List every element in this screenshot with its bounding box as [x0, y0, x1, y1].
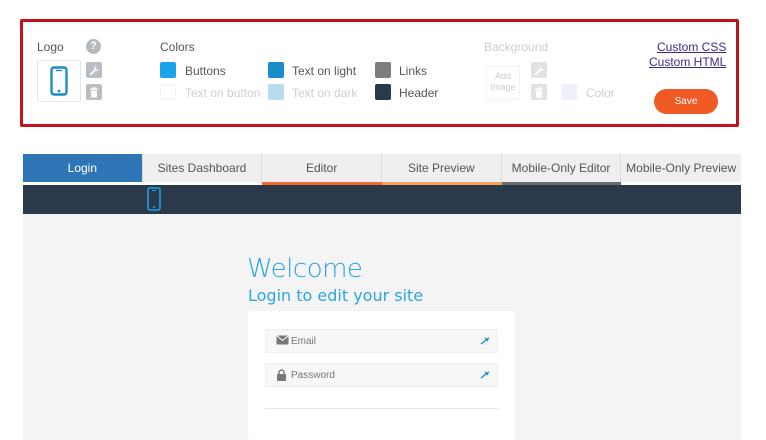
- welcome-subtitle: Login to edit your site: [248, 286, 424, 305]
- edit-logo-button[interactable]: [86, 62, 102, 78]
- tab-editor[interactable]: Editor: [262, 154, 383, 182]
- text-on-button-color-label: Text on button: [185, 86, 261, 100]
- header-color-swatch[interactable]: [375, 84, 391, 100]
- background-color-label: Color: [586, 86, 615, 100]
- background-color-swatch[interactable]: [561, 84, 577, 100]
- logo-preview[interactable]: [37, 60, 81, 102]
- delete-background-button[interactable]: [531, 84, 547, 100]
- site-header-bar: [23, 185, 741, 214]
- background-label: Background: [484, 40, 549, 54]
- logo-label: Logo: [37, 40, 64, 54]
- welcome-title: Welcome: [247, 254, 363, 284]
- help-icon[interactable]: ?: [86, 39, 101, 54]
- header-color-label: Header: [399, 86, 439, 100]
- login-page: Welcome Login to edit your site Email Pa…: [23, 214, 741, 440]
- save-button[interactable]: Save: [654, 89, 718, 114]
- custom-css-link[interactable]: Custom CSS: [657, 40, 726, 54]
- buttons-color-label: Buttons: [185, 64, 226, 78]
- envelope-icon: [276, 335, 289, 345]
- tab-mobile-only-preview[interactable]: Mobile-Only Preview: [621, 154, 742, 182]
- text-on-dark-color-swatch[interactable]: [268, 84, 284, 100]
- links-color-swatch[interactable]: [375, 62, 391, 78]
- password-placeholder: Password: [291, 370, 335, 381]
- trash-icon: [535, 86, 543, 97]
- buttons-color-swatch[interactable]: [160, 62, 176, 78]
- wrench-icon[interactable]: [479, 335, 491, 347]
- text-on-light-color-label: Text on light: [292, 64, 357, 78]
- tab-login[interactable]: Login: [23, 154, 143, 182]
- form-divider: [265, 408, 498, 409]
- tab-mobile-only-editor[interactable]: Mobile-Only Editor: [501, 154, 622, 182]
- mobile-phone-icon: [147, 187, 161, 211]
- links-color-label: Links: [399, 64, 428, 78]
- wrench-icon: [534, 65, 544, 75]
- wrench-icon: [89, 65, 99, 75]
- email-placeholder: Email: [291, 336, 317, 347]
- tab-sites-dashboard[interactable]: Sites Dashboard: [142, 154, 263, 182]
- theme-settings-panel: Logo ? Colors Buttons Text on button Tex…: [20, 19, 739, 127]
- edit-background-button[interactable]: [531, 62, 547, 78]
- email-field[interactable]: Email: [265, 329, 498, 353]
- login-form: Email Password: [248, 311, 515, 440]
- text-on-button-color-swatch[interactable]: [160, 84, 176, 100]
- tab-site-preview[interactable]: Site Preview: [382, 154, 502, 182]
- view-tabs: Login Sites Dashboard Editor Site Previe…: [23, 154, 742, 185]
- mobile-phone-icon: [50, 66, 68, 96]
- trash-icon: [90, 86, 98, 97]
- text-on-dark-color-label: Text on dark: [292, 86, 358, 100]
- lock-icon: [277, 369, 286, 381]
- colors-label: Colors: [160, 40, 195, 54]
- password-field[interactable]: Password: [265, 363, 498, 387]
- text-on-light-color-swatch[interactable]: [268, 62, 284, 78]
- custom-html-link[interactable]: Custom HTML: [649, 55, 726, 69]
- add-background-image[interactable]: Add Image: [486, 66, 520, 100]
- delete-logo-button[interactable]: [86, 84, 102, 100]
- wrench-icon[interactable]: [479, 369, 491, 381]
